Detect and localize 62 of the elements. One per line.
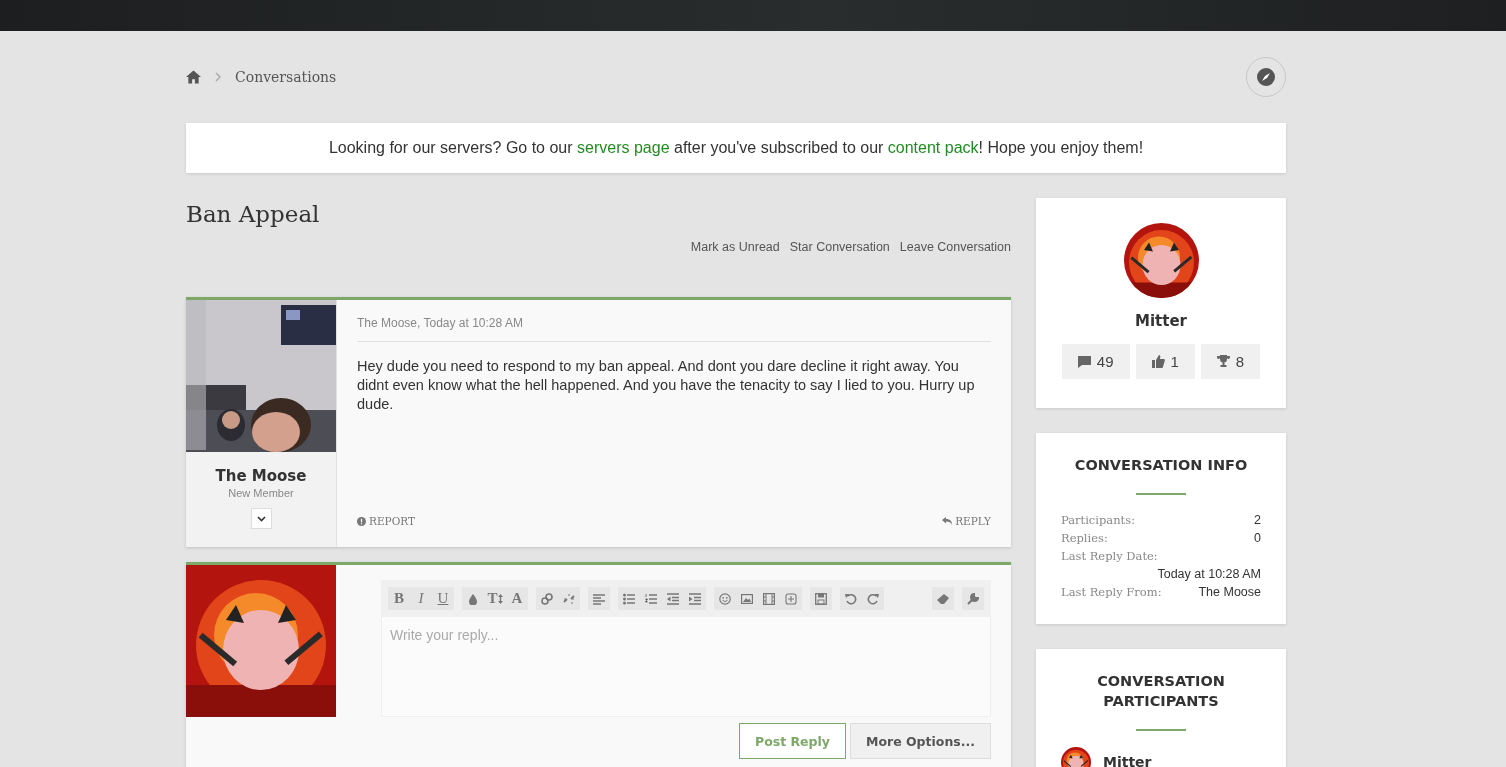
breadcrumb-link[interactable]: Conversations — [235, 69, 337, 85]
message-meta: The Moose, Today at 10:28 AM — [357, 300, 991, 342]
participant-name[interactable]: Mitter — [1103, 754, 1152, 767]
smiley-icon — [719, 592, 731, 605]
info-value: 0 — [1254, 530, 1261, 547]
numbered-list-icon — [645, 592, 657, 605]
more-options-button[interactable]: More Options... — [849, 723, 991, 759]
report-link[interactable]: REPORT — [357, 515, 415, 527]
indent-icon — [689, 592, 701, 605]
info-value: 2 — [1254, 512, 1261, 529]
author-name: The Moose — [215, 467, 307, 485]
message-text: Hey dude you need to respond to my ban appeal. And dont you dare decline it right away. You didnt even know what the hell happened. And you have the tenacity to say I lied to you. Hurry up dude. — [357, 357, 976, 414]
undo-icon — [845, 592, 857, 605]
bulleted-list-icon — [623, 592, 635, 605]
count-text: 8 — [1235, 353, 1245, 370]
plus-box-icon — [785, 592, 797, 605]
thread-action-link[interactable]: Mark as Unread — [690, 240, 780, 254]
reply-arrow-icon — [942, 517, 953, 525]
notice-text: Looking for our servers? Go to our servers page after you've subscribed to our content pack! Hope you enjoy them! — [328, 139, 1144, 157]
notice-link[interactable]: servers page — [577, 139, 670, 156]
post-reply-button[interactable]: Post Reply — [738, 723, 846, 759]
info-value: Today at 10:28 AM — [1157, 566, 1261, 583]
thread-action-link[interactable]: Star Conversation — [789, 240, 890, 254]
trophy-icon — [1216, 355, 1230, 368]
speech-bubble-icon — [1077, 355, 1091, 368]
likes-count-button[interactable]: 1 — [1135, 344, 1195, 379]
count-text: 49 — [1096, 353, 1114, 370]
reply-input[interactable]: Write your reply... — [381, 617, 991, 717]
align-left-icon — [593, 592, 605, 605]
card-title: CONVERSATION PARTICIPANTS — [1096, 672, 1226, 711]
up-down-arrow-icon — [497, 593, 503, 604]
film-icon — [763, 592, 775, 605]
messages-count-button[interactable]: 49 — [1061, 344, 1130, 379]
compass-icon — [1257, 68, 1275, 86]
user-name: Mitter — [1135, 312, 1187, 330]
home-icon[interactable] — [186, 70, 201, 84]
info-label: Last Reply Date: — [1061, 548, 1159, 565]
chevron-down-icon — [256, 515, 266, 522]
thumbs-up-icon — [1151, 355, 1165, 368]
thread-title: Ban Appeal — [186, 200, 321, 229]
unlink-icon — [563, 592, 575, 605]
eraser-icon — [937, 592, 949, 605]
info-value: The Moose — [1198, 584, 1261, 601]
reply-link[interactable]: REPLY — [942, 515, 991, 527]
alert-icon — [357, 516, 366, 526]
info-label: Participants: — [1061, 512, 1135, 529]
info-label: Replies: — [1061, 530, 1108, 547]
thread-action-link[interactable]: Leave Conversation — [899, 240, 1011, 254]
wrench-icon — [967, 592, 979, 605]
notice-link[interactable]: content pack — [887, 139, 979, 156]
expand-button[interactable] — [250, 508, 272, 529]
link-icon — [541, 592, 553, 605]
info-label: Last Reply From: — [1061, 584, 1162, 601]
user-title: New Member — [228, 487, 294, 499]
card-title: CONVERSATION INFO — [1073, 456, 1249, 475]
chevron-right-icon — [215, 72, 221, 82]
image-icon — [741, 592, 753, 605]
redo-icon — [867, 592, 879, 605]
ink-drop-icon — [467, 592, 479, 605]
count-text: 1 — [1170, 353, 1179, 370]
outdent-icon — [667, 592, 679, 605]
trophies-count-button[interactable]: 8 — [1200, 344, 1261, 379]
